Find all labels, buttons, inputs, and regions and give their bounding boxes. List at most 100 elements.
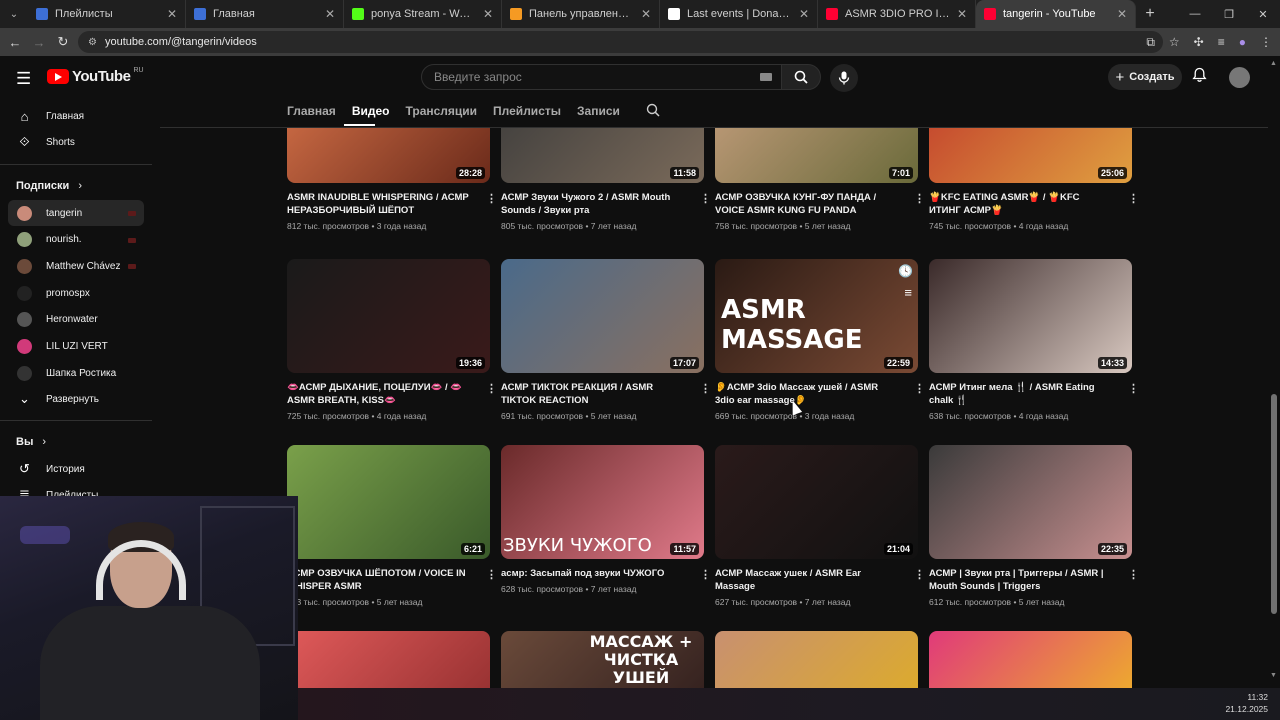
- channel-search-icon[interactable]: [646, 103, 660, 120]
- tab-close-icon[interactable]: ✕: [957, 7, 967, 21]
- sidebar-item-shorts[interactable]: ⟐ Shorts: [8, 129, 144, 155]
- tab-close-icon[interactable]: ✕: [483, 7, 493, 21]
- scroll-up-icon[interactable]: ▲: [1270, 60, 1277, 67]
- video-thumbnail[interactable]: 14:33: [929, 259, 1132, 373]
- sidebar-subscription-item[interactable]: nourish.: [8, 227, 144, 253]
- video-more-options-icon[interactable]: ⋮: [1128, 382, 1139, 395]
- video-card[interactable]: [287, 631, 490, 688]
- video-card[interactable]: 25:06 🍟KFC EATING ASMR🍟 / 🍟KFC ИТИНГ АСМР…: [929, 128, 1139, 231]
- sidebar-item-history[interactable]: ↺ История: [8, 456, 144, 482]
- video-card[interactable]: ЗВУКИ ЧУЖОГО 11:57 асмр: Засыпай под звуки…: [501, 445, 711, 594]
- page-scrollbar[interactable]: ▲ ▼: [1268, 56, 1280, 688]
- video-thumbnail[interactable]: 7:01: [715, 128, 918, 183]
- video-thumbnail[interactable]: 28:28: [287, 128, 490, 183]
- video-card[interactable]: ASMR MASSAGE 22:59 🕓 ≡ 👂АСМР 3dio Массаж уше…: [715, 259, 925, 421]
- video-card[interactable]: 7:01 АСМР ОЗВУЧКА КУНГ-ФУ ПАНДА / VOICE A…: [715, 128, 925, 231]
- video-more-options-icon[interactable]: ⋮: [486, 192, 497, 205]
- media-control-icon[interactable]: ≡: [1218, 35, 1225, 49]
- browser-tab[interactable]: Last events | DonatePay ✕: [660, 0, 818, 28]
- browser-tab[interactable]: ponya Stream - Watch Live on ✕: [344, 0, 502, 28]
- video-card[interactable]: 22:35 АСМР | Звуки рта | Триггеры / ASMR …: [929, 445, 1139, 607]
- video-card[interactable]: 6:21 АСМР ОЗВУЧКА ШЁПОТОМ / VOICE IN WHIS…: [287, 445, 497, 607]
- tab-close-icon[interactable]: ✕: [167, 7, 177, 21]
- video-thumbnail[interactable]: [929, 631, 1132, 688]
- video-more-options-icon[interactable]: ⋮: [914, 382, 925, 395]
- video-title[interactable]: АСМР Итинг мела 🍴 / ASMR Eating chalk 🍴: [929, 381, 1111, 407]
- tab-playlists[interactable]: Плейлисты: [493, 104, 561, 118]
- video-title[interactable]: АСМР ТИКТОК РЕАКЦИЯ / ASMR TIKTOK REACTI…: [501, 381, 683, 407]
- video-more-options-icon[interactable]: ⋮: [1128, 192, 1139, 205]
- forward-icon[interactable]: →: [27, 35, 51, 50]
- video-card[interactable]: 21:04 АСМР Массаж ушек / ASMR Ear Massage…: [715, 445, 925, 607]
- sidebar-subscription-item[interactable]: LIL UZI VERT: [8, 334, 144, 360]
- reload-icon[interactable]: ↻: [51, 34, 75, 50]
- sidebar-subscription-item[interactable]: Heronwater: [8, 307, 144, 333]
- tab-home[interactable]: Главная: [287, 104, 336, 118]
- voice-search-button[interactable]: [830, 64, 858, 92]
- browser-menu-icon[interactable]: ⋮: [1260, 35, 1272, 49]
- sidebar-subscription-item[interactable]: tangerin: [8, 200, 144, 226]
- video-thumbnail[interactable]: [287, 631, 490, 688]
- video-thumbnail[interactable]: 25:06: [929, 128, 1132, 183]
- tab-close-icon[interactable]: ✕: [325, 7, 335, 21]
- url-field[interactable]: ⚙ youtube.com/@tangerin/videos: [78, 31, 1163, 53]
- youtube-logo[interactable]: YouTube RU: [47, 67, 144, 85]
- sidebar-subscription-item[interactable]: promospx: [8, 280, 144, 306]
- sidebar-item-home[interactable]: ⌂ Главная: [8, 103, 144, 129]
- browser-tab[interactable]: ASMR 3DIO PRO II / Рассыльк ✕: [818, 0, 976, 28]
- video-card[interactable]: 11:58 АСМР Звуки Чужого 2 / ASMR Mouth So…: [501, 128, 711, 231]
- tab-close-icon[interactable]: ✕: [799, 7, 809, 21]
- video-card[interactable]: МАССАЖ + ЧИСТКА УШЕЙ: [501, 631, 704, 688]
- video-thumbnail[interactable]: 19:36: [287, 259, 490, 373]
- video-card[interactable]: 14:33 АСМР Итинг мела 🍴 / ASMR Eating cha…: [929, 259, 1139, 421]
- watch-later-icon[interactable]: 🕓: [898, 264, 913, 278]
- browser-tab[interactable]: Главная ✕: [186, 0, 344, 28]
- video-card[interactable]: 28:28 ASMR INAUDIBLE WHISPERING / АСМР НЕ…: [287, 128, 497, 231]
- video-thumbnail[interactable]: 6:21: [287, 445, 490, 559]
- install-app-icon[interactable]: ⧉: [1146, 35, 1155, 50]
- you-heading[interactable]: Вы ›: [16, 436, 46, 448]
- video-thumbnail[interactable]: 21:04: [715, 445, 918, 559]
- video-title[interactable]: АСМР Звуки Чужого 2 / ASMR Mouth Sounds …: [501, 191, 683, 217]
- back-icon[interactable]: ←: [3, 35, 27, 50]
- video-more-options-icon[interactable]: ⋮: [486, 568, 497, 581]
- scroll-down-icon[interactable]: ▼: [1270, 672, 1277, 679]
- video-title[interactable]: 🍟KFC EATING ASMR🍟 / 🍟KFC ИТИНГ АСМР🍟: [929, 191, 1111, 217]
- video-more-options-icon[interactable]: ⋮: [700, 568, 711, 581]
- bookmark-star-icon[interactable]: ☆: [1169, 35, 1180, 49]
- new-tab-button[interactable]: +: [1136, 5, 1164, 23]
- tab-close-icon[interactable]: ✕: [641, 7, 651, 21]
- tab-search-dropdown-icon[interactable]: ⌄: [0, 0, 28, 28]
- video-title[interactable]: АСМР | Звуки рта | Триггеры / ASMR | Mou…: [929, 567, 1111, 593]
- search-button[interactable]: [781, 64, 821, 90]
- browser-tab[interactable]: Плейлисты ✕: [28, 0, 186, 28]
- sidebar-subscription-item[interactable]: Matthew Chávez: [8, 253, 144, 279]
- subscriptions-heading[interactable]: Подписки ›: [16, 180, 82, 192]
- video-title[interactable]: асмр: Засыпай под звуки ЧУЖОГО: [501, 567, 683, 580]
- video-thumbnail[interactable]: ЗВУКИ ЧУЖОГО 11:57: [501, 445, 704, 559]
- extensions-icon[interactable]: ✣: [1194, 35, 1204, 49]
- video-title[interactable]: 👂АСМР 3dio Массаж ушей / ASMR 3dio ear m…: [715, 381, 897, 407]
- notifications-bell-icon[interactable]: [1192, 67, 1207, 87]
- create-button[interactable]: + Создать: [1108, 64, 1182, 90]
- video-thumbnail[interactable]: 11:58: [501, 128, 704, 183]
- profile-icon[interactable]: ●: [1239, 35, 1246, 49]
- tab-close-icon[interactable]: ✕: [1117, 7, 1127, 21]
- video-more-options-icon[interactable]: ⋮: [914, 192, 925, 205]
- maximize-icon[interactable]: ❐: [1212, 0, 1246, 28]
- video-card[interactable]: [929, 631, 1132, 688]
- video-more-options-icon[interactable]: ⋮: [700, 192, 711, 205]
- add-to-queue-icon[interactable]: ≡: [904, 285, 912, 300]
- video-more-options-icon[interactable]: ⋮: [914, 568, 925, 581]
- tab-live[interactable]: Трансляции: [405, 104, 477, 118]
- video-thumbnail[interactable]: 17:07: [501, 259, 704, 373]
- taskbar-clock[interactable]: 11:32 21.12.2025: [1225, 691, 1268, 715]
- video-thumbnail[interactable]: [715, 631, 918, 688]
- browser-tab[interactable]: Панель управления - Donatio ✕: [502, 0, 660, 28]
- video-more-options-icon[interactable]: ⋮: [700, 382, 711, 395]
- video-title[interactable]: 👄АСМР ДЫХАНИЕ, ПОЦЕЛУИ👄 / 👄 ASMR BREATH,…: [287, 381, 469, 407]
- video-more-options-icon[interactable]: ⋮: [1128, 568, 1139, 581]
- search-input[interactable]: Введите запрос: [421, 64, 785, 90]
- keyboard-icon[interactable]: [760, 73, 772, 81]
- user-avatar[interactable]: [1229, 67, 1250, 88]
